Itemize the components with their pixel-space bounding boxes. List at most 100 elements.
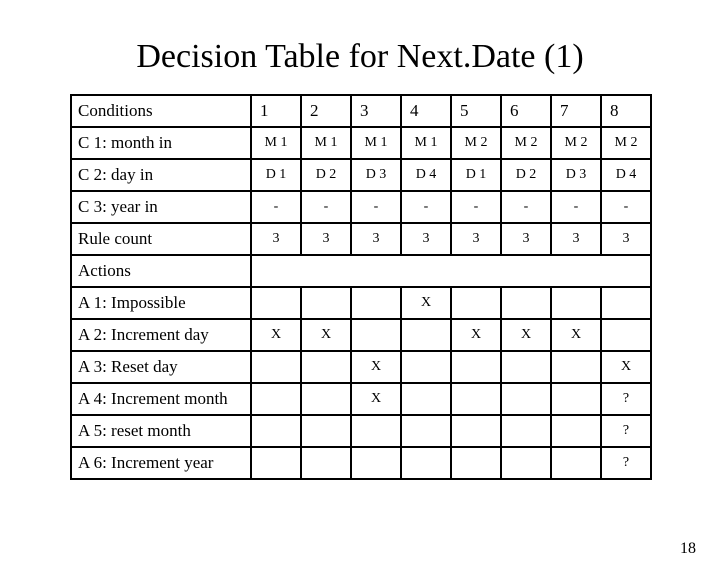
empty-cell — [251, 255, 651, 287]
cell: - — [401, 191, 451, 223]
row-label: A 6: Increment year — [71, 447, 251, 479]
cell: ? — [601, 415, 651, 447]
row-label: C 2: day in — [71, 159, 251, 191]
cell — [301, 447, 351, 479]
col-header: 3 — [351, 95, 401, 127]
row-label: A 1: Impossible — [71, 287, 251, 319]
row-label: A 2: Increment day — [71, 319, 251, 351]
cell: X — [451, 319, 501, 351]
cell — [551, 287, 601, 319]
cell: 3 — [351, 223, 401, 255]
cell — [551, 383, 601, 415]
cell: - — [501, 191, 551, 223]
cell: 3 — [401, 223, 451, 255]
cell — [301, 351, 351, 383]
cell: X — [551, 319, 601, 351]
cell: M 2 — [551, 127, 601, 159]
table-row: Rule count 3 3 3 3 3 3 3 3 — [71, 223, 651, 255]
cell: M 1 — [351, 127, 401, 159]
page-number: 18 — [680, 540, 696, 558]
table-row: A 3: Reset day X X — [71, 351, 651, 383]
cell — [451, 415, 501, 447]
table-row: A 6: Increment year ? — [71, 447, 651, 479]
table-row: A 5: reset month ? — [71, 415, 651, 447]
cell — [351, 287, 401, 319]
cell: M 1 — [251, 127, 301, 159]
cell: - — [551, 191, 601, 223]
cell: ? — [601, 447, 651, 479]
table-row: C 3: year in - - - - - - - - — [71, 191, 651, 223]
decision-table: Conditions 1 2 3 4 5 6 7 8 C 1: month in… — [70, 94, 650, 480]
actions-section-row: Actions — [71, 255, 651, 287]
cell: 3 — [301, 223, 351, 255]
cell: X — [351, 383, 401, 415]
row-label: A 4: Increment month — [71, 383, 251, 415]
cell: 3 — [451, 223, 501, 255]
cell: 3 — [551, 223, 601, 255]
col-header: 4 — [401, 95, 451, 127]
row-label: A 3: Reset day — [71, 351, 251, 383]
col-header: 5 — [451, 95, 501, 127]
cell: ? — [601, 383, 651, 415]
cell: D 3 — [551, 159, 601, 191]
col-header: 7 — [551, 95, 601, 127]
cell: - — [601, 191, 651, 223]
cell: X — [251, 319, 301, 351]
cell: D 1 — [451, 159, 501, 191]
cell: - — [451, 191, 501, 223]
cell: D 1 — [251, 159, 301, 191]
cell: 3 — [251, 223, 301, 255]
cell — [451, 383, 501, 415]
row-label: Rule count — [71, 223, 251, 255]
cell — [601, 319, 651, 351]
col-header: 1 — [251, 95, 301, 127]
cell — [301, 415, 351, 447]
cell — [551, 415, 601, 447]
cell — [401, 351, 451, 383]
cell — [251, 447, 301, 479]
cell: D 4 — [401, 159, 451, 191]
cell — [401, 319, 451, 351]
cell — [401, 447, 451, 479]
col-header: 6 — [501, 95, 551, 127]
cell — [401, 383, 451, 415]
cell — [451, 351, 501, 383]
cell — [251, 287, 301, 319]
table-row: A 4: Increment month X ? — [71, 383, 651, 415]
cell — [451, 287, 501, 319]
col-header: 8 — [601, 95, 651, 127]
cell: X — [601, 351, 651, 383]
cell — [501, 351, 551, 383]
cell: D 2 — [301, 159, 351, 191]
cell: - — [351, 191, 401, 223]
cell — [351, 319, 401, 351]
cell: X — [501, 319, 551, 351]
cell — [551, 351, 601, 383]
table-row: A 1: Impossible X — [71, 287, 651, 319]
cell: D 4 — [601, 159, 651, 191]
cell: M 2 — [501, 127, 551, 159]
cell — [501, 383, 551, 415]
cell — [501, 415, 551, 447]
cell — [501, 287, 551, 319]
cell — [301, 287, 351, 319]
row-label: C 3: year in — [71, 191, 251, 223]
cell: X — [401, 287, 451, 319]
cell — [251, 415, 301, 447]
cell: X — [301, 319, 351, 351]
page-title: Decision Table for Next.Date (1) — [0, 38, 720, 76]
cell — [351, 447, 401, 479]
cell — [601, 287, 651, 319]
cell — [351, 415, 401, 447]
table-row: A 2: Increment day X X X X X — [71, 319, 651, 351]
col-header: 2 — [301, 95, 351, 127]
cell: 3 — [601, 223, 651, 255]
cell: - — [251, 191, 301, 223]
table-row: C 2: day in D 1 D 2 D 3 D 4 D 1 D 2 D 3 … — [71, 159, 651, 191]
header-row: Conditions 1 2 3 4 5 6 7 8 — [71, 95, 651, 127]
conditions-header: Conditions — [71, 95, 251, 127]
cell: 3 — [501, 223, 551, 255]
cell: M 2 — [601, 127, 651, 159]
cell — [401, 415, 451, 447]
cell — [501, 447, 551, 479]
